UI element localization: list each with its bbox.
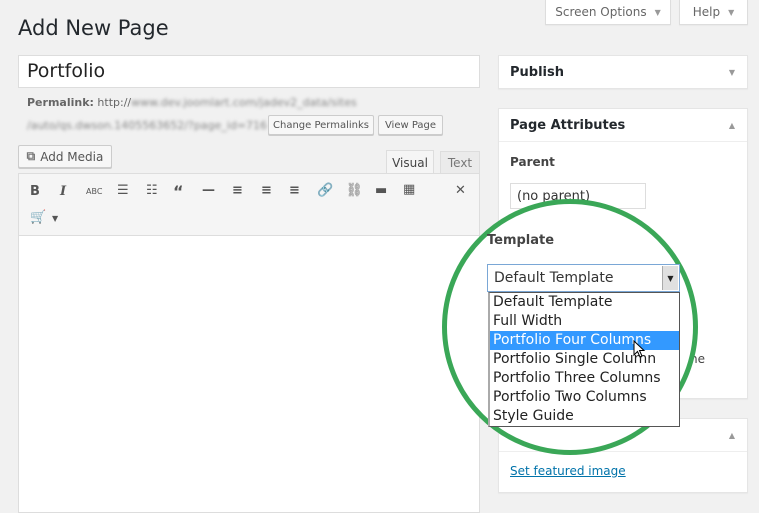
align-left-icon[interactable]: ≡ xyxy=(232,183,243,198)
caret-down-icon: ▼ xyxy=(728,67,735,77)
help-button[interactable]: Help ▼ xyxy=(679,0,748,25)
permalink-prefix: http:// xyxy=(97,96,132,109)
template-option[interactable]: Full Width xyxy=(490,312,679,331)
toolbar-toggle-icon[interactable]: ▦ xyxy=(403,182,415,197)
publish-title: Publish xyxy=(510,64,564,80)
mouse-cursor-icon xyxy=(633,340,646,358)
screen-options-label: Screen Options xyxy=(555,5,647,19)
caret-down-icon[interactable]: ▼ xyxy=(52,214,58,223)
blockquote-icon[interactable]: “ xyxy=(173,182,184,201)
view-page-button[interactable]: View Page xyxy=(378,115,443,135)
publish-header[interactable]: Publish ▼ xyxy=(499,56,747,88)
page-attributes-header[interactable]: Page Attributes ▲ xyxy=(499,109,747,142)
page-attributes-title: Page Attributes xyxy=(510,117,626,133)
align-right-icon[interactable]: ≡ xyxy=(289,183,300,198)
template-option[interactable]: Style Guide xyxy=(490,407,679,426)
editor[interactable]: B I ABC ☰ ☷ “ — ≡ ≡ ≡ 🔗 ⛓ ▬ ▦ ✕ 🛒 ▼ xyxy=(18,173,480,513)
parent-label: Parent xyxy=(510,155,555,169)
dropdown-arrow-icon[interactable]: ▼ xyxy=(662,266,678,290)
caret-down-icon: ▼ xyxy=(728,7,735,17)
set-featured-image-link[interactable]: Set featured image xyxy=(510,464,626,478)
horizontal-rule-icon[interactable]: — xyxy=(202,183,215,198)
permalink-label: Permalink: xyxy=(27,96,94,109)
title-input[interactable]: Portfolio xyxy=(18,55,480,88)
read-more-icon[interactable]: ▬ xyxy=(375,183,387,198)
change-permalinks-button[interactable]: Change Permalinks xyxy=(268,115,374,135)
template-select-value: Default Template xyxy=(494,270,614,286)
unlink-icon[interactable]: ⛓ xyxy=(346,183,363,198)
help-label: Help xyxy=(692,5,721,19)
template-option-highlighted[interactable]: Portfolio Four Columns xyxy=(490,331,679,350)
tab-text[interactable]: Text xyxy=(440,151,480,173)
italic-icon[interactable]: I xyxy=(60,184,66,199)
template-option[interactable]: Default Template xyxy=(490,293,679,312)
template-select[interactable]: Default Template ▼ xyxy=(487,264,680,292)
permalink-url-2[interactable]: /auto/qs.dwson.1405563652/?page_id=716 xyxy=(27,119,267,132)
align-center-icon[interactable]: ≡ xyxy=(261,183,272,198)
caret-down-icon: ▼ xyxy=(654,7,661,17)
cart-icon[interactable]: 🛒 xyxy=(30,210,46,225)
template-label: Template xyxy=(487,233,555,248)
add-media-label: Add Media xyxy=(40,149,104,164)
strikethrough-icon[interactable]: ABC xyxy=(86,187,102,196)
template-option[interactable]: Portfolio Single Column xyxy=(490,350,679,369)
template-option[interactable]: Portfolio Three Columns xyxy=(490,369,679,388)
publish-box: Publish ▼ xyxy=(498,55,748,89)
caret-up-icon: ▲ xyxy=(728,430,735,440)
page-title: Add New Page xyxy=(18,16,169,40)
permalink-url[interactable]: www.dev.joomlart.com/jadev2_data/sites xyxy=(131,96,357,109)
permalink: Permalink: http://www.dev.joomlart.com/j… xyxy=(27,96,357,109)
link-icon[interactable]: 🔗 xyxy=(317,183,333,198)
tab-visual[interactable]: Visual xyxy=(386,150,434,174)
caret-up-icon: ▲ xyxy=(728,120,735,130)
screen-options-button[interactable]: Screen Options ▼ xyxy=(545,0,671,25)
template-dropdown-list: Default Template Full Width Portfolio Fo… xyxy=(488,292,680,427)
fullscreen-icon[interactable]: ✕ xyxy=(455,183,466,198)
template-option[interactable]: Portfolio Two Columns xyxy=(490,388,679,407)
numbered-list-icon[interactable]: ☷ xyxy=(146,183,158,198)
bullet-list-icon[interactable]: ☰ xyxy=(117,183,129,198)
editor-toolbar: B I ABC ☰ ☷ “ — ≡ ≡ ≡ 🔗 ⛓ ▬ ▦ ✕ 🛒 ▼ xyxy=(19,174,479,236)
add-media-button[interactable]: ⧉ Add Media xyxy=(18,145,112,168)
bold-icon[interactable]: B xyxy=(30,184,40,199)
media-icon: ⧉ xyxy=(26,149,36,163)
